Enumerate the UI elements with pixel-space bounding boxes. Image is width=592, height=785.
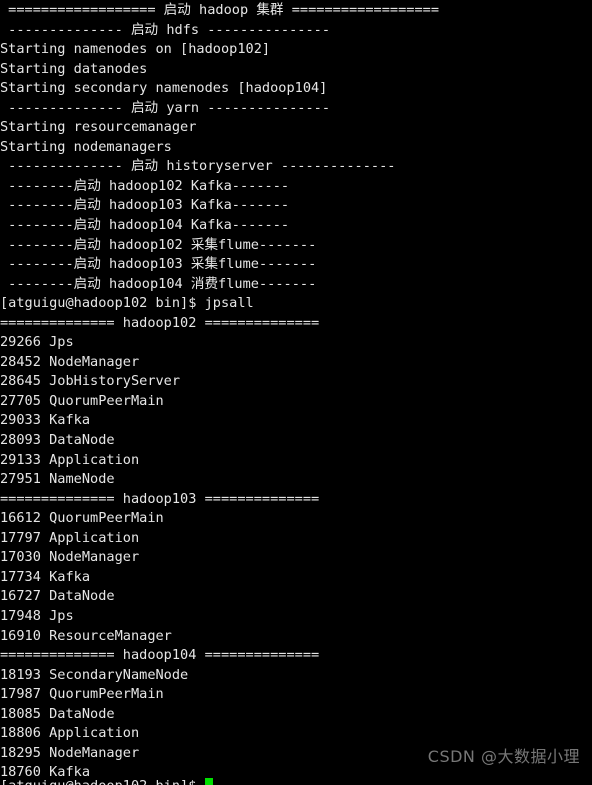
terminal-line: 17797 Application — [0, 529, 140, 546]
terminal-line: 28093 DataNode — [0, 432, 115, 449]
terminal-line: Starting resourcemanager — [0, 119, 197, 136]
terminal-line: --------启动 hadoop104 Kafka------- — [0, 217, 290, 234]
terminal-prompt-line: [atguigu@hadoop102 bin]$ jpsall — [0, 295, 254, 312]
terminal-line: Starting namenodes on [hadoop102] — [0, 41, 271, 58]
text-cursor — [204, 778, 213, 785]
terminal-line: 29033 Kafka — [0, 412, 91, 429]
terminal-line: 17987 QuorumPeerMain — [0, 686, 164, 703]
terminal-line: --------启动 hadoop104 消费flume------- — [0, 275, 317, 292]
terminal-window[interactable]: ================== 启动 hadoop 集群 ========… — [0, 0, 592, 785]
terminal-active-prompt[interactable]: [atguigu@hadoop102 bin]$ — [0, 777, 592, 785]
terminal-line: 16612 QuorumPeerMain — [0, 510, 164, 527]
terminal-line: -------------- 启动 historyserver --------… — [0, 158, 396, 175]
terminal-line: 18085 DataNode — [0, 705, 115, 722]
terminal-host-separator: ============== hadoop103 ============== — [0, 490, 320, 507]
terminal-line: -------------- 启动 yarn --------------- — [0, 99, 331, 116]
terminal-line: 17734 Kafka — [0, 568, 91, 585]
terminal-line: 18193 SecondaryNameNode — [0, 666, 189, 683]
terminal-output: ================== 启动 hadoop 集群 ========… — [0, 0, 592, 785]
terminal-line: ================== 启动 hadoop 集群 ========… — [0, 2, 440, 18]
terminal-line: --------启动 hadoop102 采集flume------- — [0, 236, 317, 253]
terminal-line: 16910 ResourceManager — [0, 627, 172, 644]
terminal-line: --------启动 hadoop102 Kafka------- — [0, 177, 290, 194]
csdn-watermark: CSDN @大数据小理 — [427, 747, 580, 767]
terminal-line: 27705 QuorumPeerMain — [0, 392, 164, 409]
prompt-text: [atguigu@hadoop102 bin]$ — [0, 778, 205, 785]
terminal-line: 17030 NodeManager — [0, 549, 140, 566]
terminal-line: Starting datanodes — [0, 60, 148, 77]
terminal-line: 27951 NameNode — [0, 471, 115, 488]
terminal-line: --------启动 hadoop103 Kafka------- — [0, 197, 290, 214]
terminal-line: 18806 Application — [0, 725, 140, 742]
terminal-host-separator: ============== hadoop104 ============== — [0, 647, 320, 664]
terminal-line: 28452 NodeManager — [0, 353, 140, 370]
terminal-host-separator: ============== hadoop102 ============== — [0, 314, 320, 331]
terminal-line: 16727 DataNode — [0, 588, 115, 605]
terminal-line: 29133 Application — [0, 451, 140, 468]
terminal-line: 17948 Jps — [0, 607, 74, 624]
terminal-line: Starting nodemanagers — [0, 138, 172, 155]
terminal-line: -------------- 启动 hdfs --------------- — [0, 21, 331, 38]
terminal-line: 29266 Jps — [0, 334, 74, 351]
terminal-line: --------启动 hadoop103 采集flume------- — [0, 256, 317, 273]
terminal-line: Starting secondary namenodes [hadoop104] — [0, 80, 328, 97]
terminal-line: 28645 JobHistoryServer — [0, 373, 181, 390]
